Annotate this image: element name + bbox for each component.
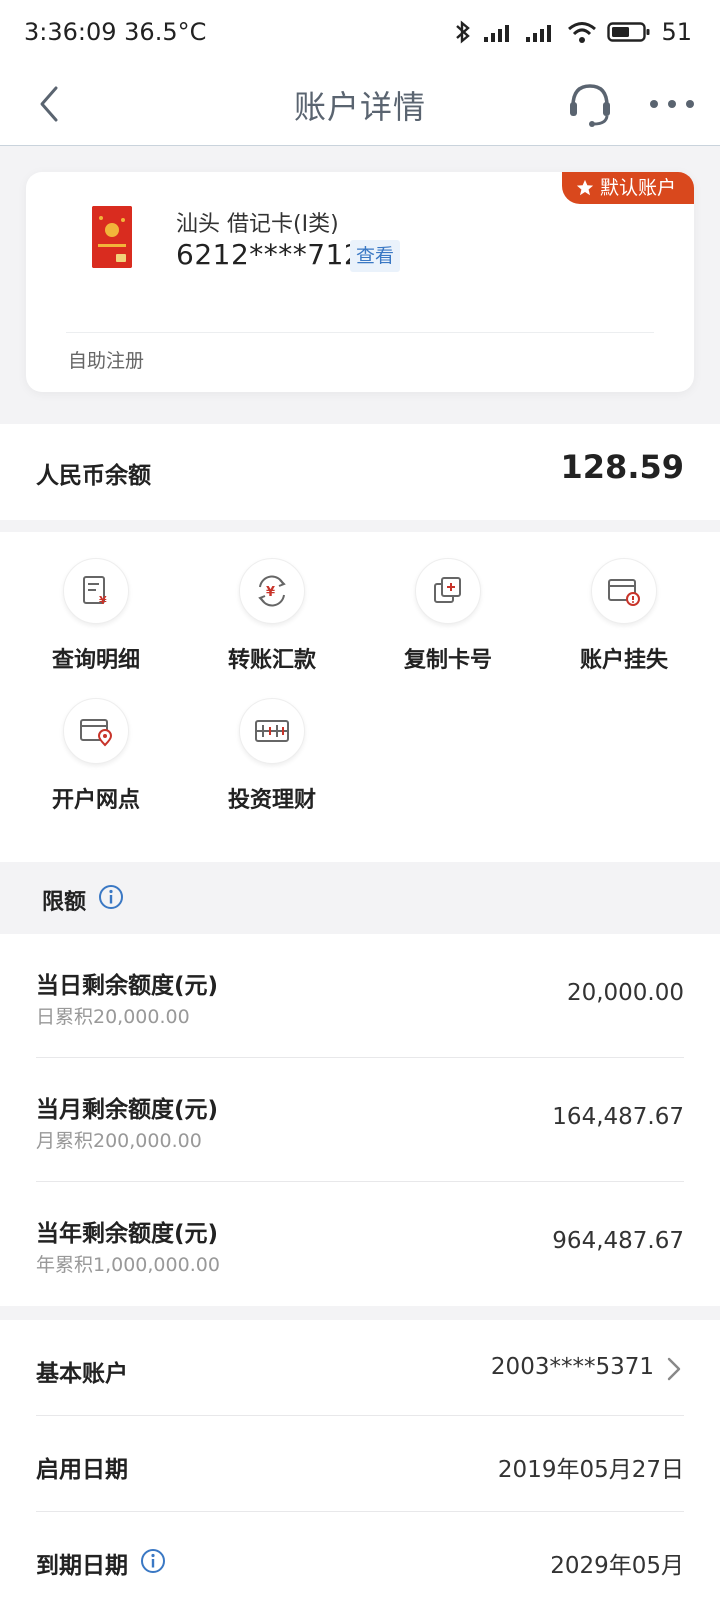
action-circle bbox=[239, 698, 305, 764]
registration-type: 自助注册 bbox=[68, 350, 145, 372]
more-options-icon[interactable] bbox=[648, 92, 696, 116]
view-card-number-button[interactable]: 查看 bbox=[350, 240, 401, 272]
card-divider bbox=[66, 332, 654, 333]
info-label: 到期日期 bbox=[36, 1553, 128, 1579]
info-icon[interactable] bbox=[140, 1548, 166, 1574]
limit-title: 当年剩余额度(元) bbox=[36, 1221, 219, 1247]
expiry-date-row: 到期日期 2029年05月 bbox=[36, 1512, 684, 1600]
info-value: 2019年05月27日 bbox=[497, 1457, 684, 1483]
action-label: 查询明细 bbox=[51, 648, 140, 673]
wifi-icon bbox=[568, 22, 597, 43]
limits-title: 限额 bbox=[42, 890, 87, 915]
quick-actions: ¥ 查询明细 ¥ 转账汇款 复制卡号 账户挂失 开户网点 投资理财 bbox=[0, 532, 720, 862]
info-label: 启用日期 bbox=[36, 1457, 128, 1483]
status-time-temp: 3:36:09 36.5°C bbox=[24, 18, 207, 46]
open-date-row: 启用日期 2019年05月27日 bbox=[36, 1416, 684, 1512]
battery-level: 51 bbox=[661, 18, 692, 46]
action-copy-card-number[interactable]: 复制卡号 bbox=[360, 558, 536, 674]
status-icons: 51 bbox=[453, 18, 692, 46]
limit-value: 964,487.67 bbox=[552, 1228, 684, 1254]
card-image bbox=[92, 206, 132, 268]
account-card[interactable]: 默认账户 汕头 借记卡(I类) 6212****7120 查看 自助注册 bbox=[26, 172, 694, 392]
default-account-badge: 默认账户 bbox=[561, 172, 694, 204]
limit-subtitle: 月累积200,000.00 bbox=[36, 1130, 202, 1152]
limit-value: 20,000.00 bbox=[566, 980, 684, 1006]
transfer-icon: ¥ bbox=[258, 575, 286, 607]
action-circle: ¥ bbox=[63, 558, 129, 624]
signal-icon-2 bbox=[526, 25, 552, 42]
account-info-list: 基本账户 2003****5371 启用日期 2019年05月27日 到期日期 … bbox=[0, 1320, 720, 1600]
action-report-loss[interactable]: 账户挂失 bbox=[536, 558, 712, 674]
action-circle bbox=[591, 558, 657, 624]
signal-icon bbox=[484, 25, 510, 42]
card-name: 汕头 借记卡(I类) bbox=[176, 212, 339, 237]
default-badge-label: 默认账户 bbox=[599, 177, 676, 199]
action-investment[interactable]: 投资理财 bbox=[184, 698, 360, 814]
action-circle: ¥ bbox=[239, 558, 305, 624]
info-value: 2003****5371 bbox=[490, 1354, 654, 1380]
limits-header: 限额 bbox=[0, 862, 720, 934]
limit-row-monthly: 当月剩余额度(元) 月累积200,000.00 164,487.67 bbox=[36, 1058, 684, 1182]
action-label: 账户挂失 bbox=[579, 648, 668, 673]
info-icon[interactable] bbox=[98, 884, 124, 910]
star-icon bbox=[576, 179, 594, 196]
limits-list: 当日剩余额度(元) 日累积20,000.00 20,000.00 当月剩余额度(… bbox=[0, 934, 720, 1306]
balance-label: 人民币余额 bbox=[36, 463, 151, 489]
action-label: 复制卡号 bbox=[403, 648, 492, 673]
copy-icon bbox=[434, 577, 461, 603]
balance-row: 人民币余额 128.59 bbox=[0, 424, 720, 520]
chevron-right-icon bbox=[667, 1357, 681, 1381]
action-circle bbox=[63, 698, 129, 764]
report-loss-icon bbox=[608, 579, 640, 606]
investment-icon bbox=[255, 720, 289, 742]
action-query-details[interactable]: ¥ 查询明细 bbox=[8, 558, 184, 674]
card-section: 默认账户 汕头 借记卡(I类) 6212****7120 查看 自助注册 bbox=[0, 146, 720, 424]
info-label: 基本账户 bbox=[36, 1361, 128, 1387]
limit-subtitle: 年累积1,000,000.00 bbox=[36, 1254, 220, 1276]
svg-text:¥: ¥ bbox=[266, 585, 275, 600]
action-branch[interactable]: 开户网点 bbox=[8, 698, 184, 814]
statement-icon: ¥ bbox=[83, 576, 107, 607]
action-circle bbox=[415, 558, 481, 624]
action-label: 开户网点 bbox=[51, 788, 140, 813]
branch-location-icon bbox=[80, 719, 113, 747]
nav-bar: 账户详情 bbox=[0, 64, 720, 146]
status-bar: 3:36:09 36.5°C 51 bbox=[0, 0, 720, 64]
balance-value: 128.59 bbox=[560, 448, 684, 486]
limit-row-daily: 当日剩余额度(元) 日累积20,000.00 20,000.00 bbox=[36, 934, 684, 1058]
action-label: 转账汇款 bbox=[227, 648, 316, 673]
action-transfer[interactable]: ¥ 转账汇款 bbox=[184, 558, 360, 674]
limit-row-yearly: 当年剩余额度(元) 年累积1,000,000.00 964,487.67 bbox=[36, 1182, 684, 1306]
limit-title: 当日剩余额度(元) bbox=[36, 973, 219, 999]
svg-text:¥: ¥ bbox=[99, 594, 107, 607]
limit-subtitle: 日累积20,000.00 bbox=[36, 1006, 190, 1028]
battery-icon bbox=[607, 22, 650, 42]
card-art-icon bbox=[92, 206, 132, 268]
limit-value: 164,487.67 bbox=[552, 1104, 684, 1130]
customer-service-icon[interactable] bbox=[566, 80, 614, 128]
action-label: 投资理财 bbox=[227, 788, 316, 813]
bluetooth-icon bbox=[456, 20, 471, 44]
info-value: 2029年05月 bbox=[550, 1553, 684, 1579]
basic-account-row[interactable]: 基本账户 2003****5371 bbox=[36, 1320, 684, 1416]
limit-title: 当月剩余额度(元) bbox=[36, 1097, 219, 1123]
